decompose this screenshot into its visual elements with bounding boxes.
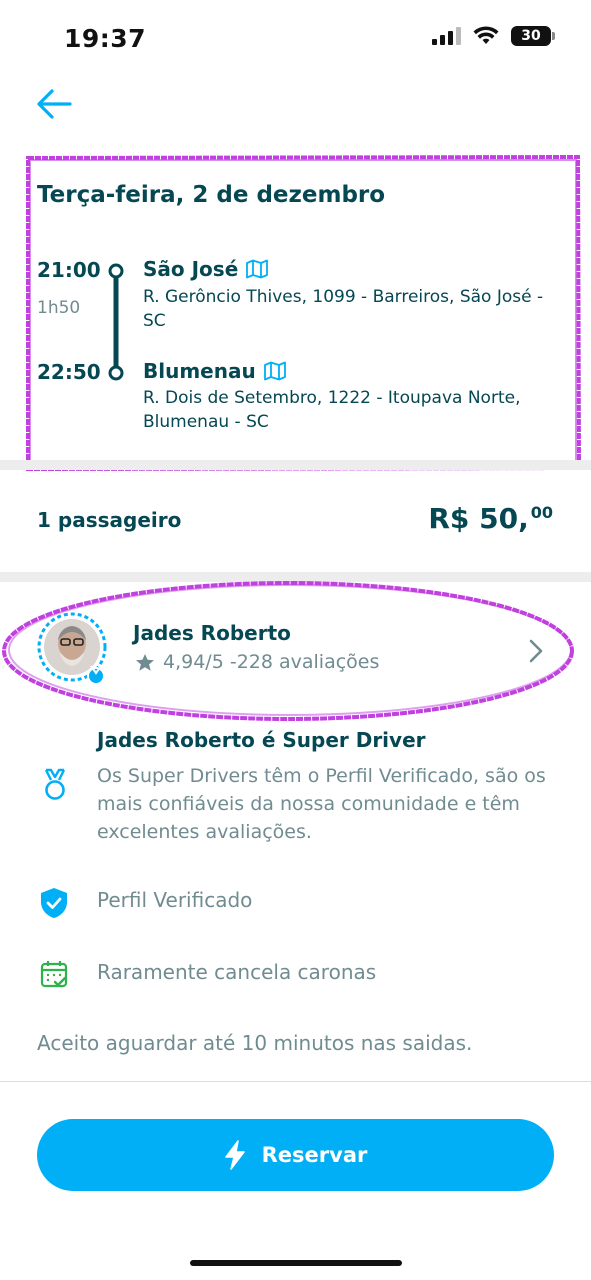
price-cents: 00	[530, 502, 553, 522]
driver-rating: 4,94/5 -228 avaliações	[135, 651, 379, 673]
footer-divider	[0, 1081, 591, 1082]
medal-icon	[44, 768, 66, 800]
calendar-check-icon	[40, 961, 68, 988]
super-driver-description: Os Super Drivers têm o Perfil Verificado…	[97, 765, 546, 843]
section-divider	[0, 460, 591, 470]
back-arrow-icon[interactable]	[34, 86, 74, 122]
reserve-label: Reservar	[261, 1143, 368, 1167]
lightning-icon	[224, 1140, 245, 1170]
driver-name: Jades Roberto	[133, 621, 291, 645]
passenger-count: 1 passageiro	[37, 508, 182, 532]
status-icons: 30	[431, 26, 555, 46]
price: R$ 50, 00	[428, 502, 553, 535]
price-main: R$ 50,	[428, 502, 529, 535]
arrival-city-label: Blumenau	[143, 359, 256, 383]
avatar[interactable]	[36, 610, 108, 690]
map-icon[interactable]	[263, 361, 286, 381]
driver-note: Aceito aguardar até 10 minutos nas saida…	[37, 1031, 473, 1055]
departure-address: R. Gerôncio Thives, 1099 - Barreiros, Sã…	[143, 287, 544, 331]
star-icon	[136, 653, 154, 671]
reserve-button[interactable]: Reservar	[37, 1119, 554, 1191]
trip-date: Terça-feira, 2 de dezembro	[37, 182, 386, 208]
route-timeline	[108, 263, 124, 381]
cellular-signal-icon	[432, 27, 461, 45]
wifi-icon	[473, 26, 499, 44]
home-indicator[interactable]	[190, 1260, 402, 1266]
status-time: 19:37	[64, 24, 147, 53]
trip-duration: 1h50	[37, 298, 81, 318]
arrival-city[interactable]: Blumenau	[143, 359, 286, 383]
rating-text: 4,94/5 -228 avaliações	[163, 651, 380, 673]
feature-rarely-cancels: Raramente cancela caronas	[97, 960, 377, 984]
battery-indicator: 30	[511, 26, 555, 46]
map-icon[interactable]	[246, 259, 269, 279]
feature-verified-profile: Perfil Verificado	[97, 888, 253, 912]
chevron-right-icon[interactable]	[528, 638, 544, 664]
arrival-address: R. Dois de Setembro, 1222 - Itoupava Nor…	[143, 388, 521, 432]
section-divider	[0, 572, 591, 582]
arrival-time: 22:50	[37, 360, 101, 384]
departure-city-label: São José	[143, 257, 239, 281]
departure-city[interactable]: São José	[143, 257, 269, 281]
departure-time: 21:00	[37, 258, 101, 282]
super-driver-title: Jades Roberto é Super Driver	[97, 728, 426, 752]
verified-shield-icon	[41, 888, 67, 918]
